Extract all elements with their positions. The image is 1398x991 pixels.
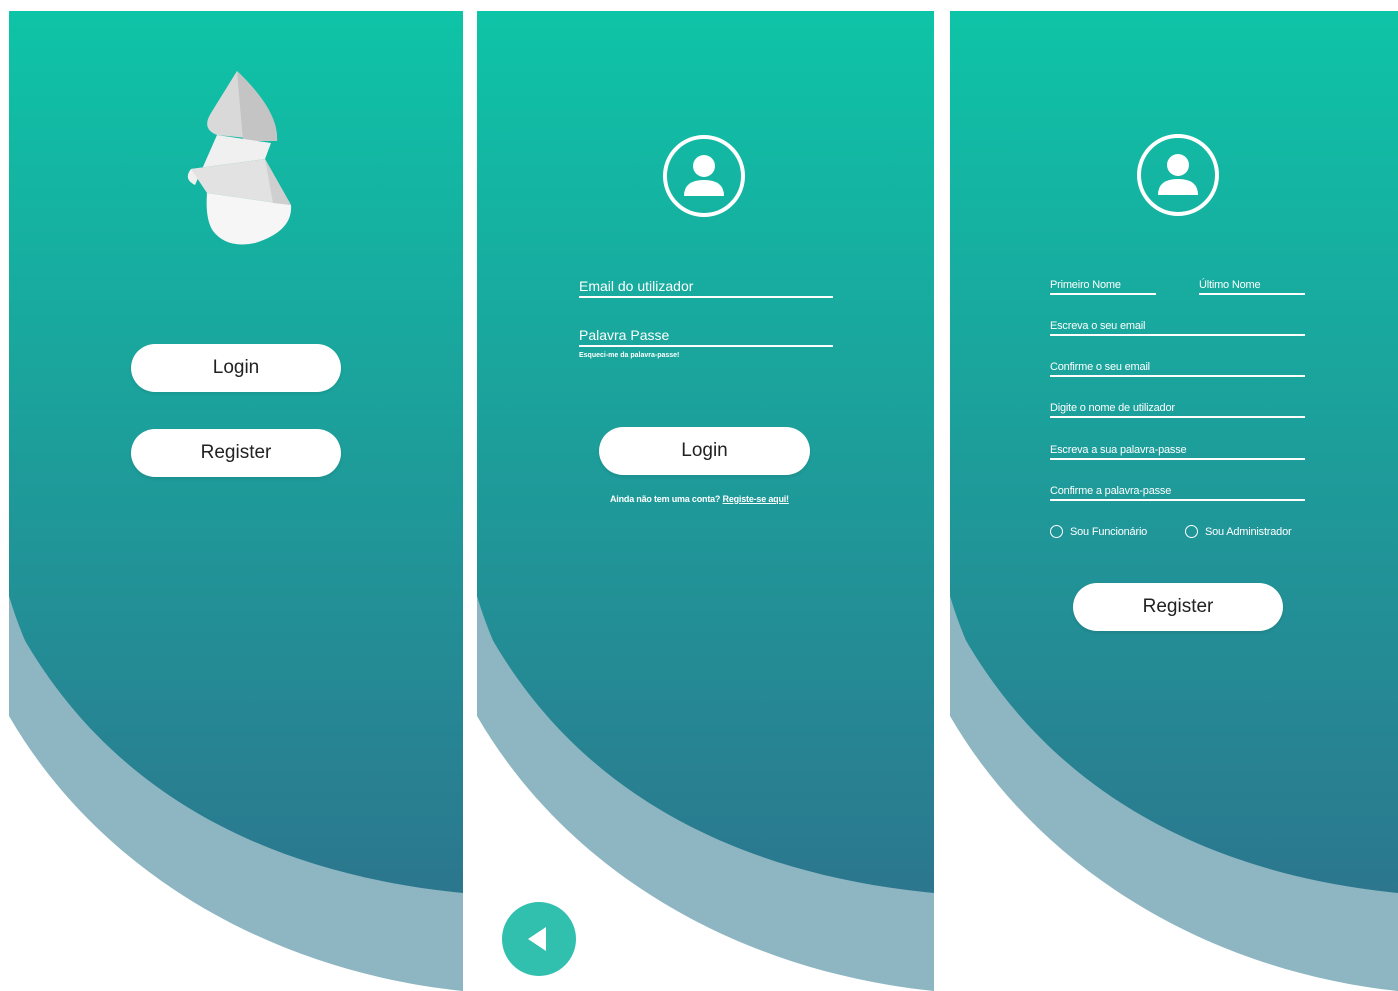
email-field[interactable]: Email do utilizador [579,278,833,298]
radio-circle-icon[interactable] [1185,525,1198,538]
register-button[interactable]: Register [131,429,341,477]
register-button-label: Register [200,442,272,463]
register-hint: Ainda não tem uma conta? Registe-se aqui… [610,494,789,504]
no-account-text: Ainda não tem uma conta? [610,494,723,504]
confirm-password-placeholder: Confirme a palavra-passe [1050,485,1172,497]
username-placeholder: Digite o nome de utilizador [1050,402,1175,414]
email-field[interactable]: Escreva o seu email [1050,320,1305,336]
password-field[interactable]: Palavra Passe [579,327,833,347]
login-screen: Email do utilizador Palavra Passe Esquec… [477,11,934,991]
password-placeholder: Palavra Passe [579,327,670,343]
login-button-label: Login [212,357,260,378]
forgot-password-prefix: Esqueci-me da [579,352,631,359]
username-field[interactable]: Digite o nome de utilizador [1050,402,1305,418]
email-placeholder: Escreva o seu email [1050,320,1146,332]
confirm-email-field[interactable]: Confirme o seu email [1050,361,1305,377]
first-name-field[interactable]: Primeiro Nome [1050,279,1156,295]
forgot-password-link[interactable]: palavra-passe! [630,352,679,359]
last-name-field[interactable]: Último Nome [1199,279,1305,295]
email-placeholder: Email do utilizador [579,278,694,294]
back-button[interactable] [502,902,576,976]
folded-drop-logo [187,71,292,245]
confirm-password-field[interactable]: Confirme a palavra-passe [1050,485,1305,501]
user-circle-icon [1137,134,1219,216]
first-name-placeholder: Primeiro Nome [1050,279,1121,291]
last-name-placeholder: Último Nome [1199,279,1261,291]
radio-admin-label: Sou Administrador [1205,525,1292,538]
login-button[interactable]: Login [131,344,341,392]
register-button[interactable]: Register [1073,583,1283,631]
login-button-label: Login [681,440,728,461]
register-screen: Primeiro Nome Último Nome Escreva o seu … [950,11,1398,991]
password-field[interactable]: Escreva a sua palavra-passe [1050,444,1305,460]
radio-employee-label: Sou Funcionário [1070,525,1148,538]
radio-employee[interactable]: Sou Funcionário [1050,525,1147,538]
user-circle-icon [663,135,745,217]
radio-circle-icon[interactable] [1050,525,1063,538]
back-arrow-icon [528,927,546,951]
forgot-password: Esqueci-me da palavra-passe! [579,352,679,359]
register-button-label: Register [1142,596,1214,617]
welcome-screen: Login Register [9,11,463,991]
login-button[interactable]: Login [599,427,810,475]
register-link[interactable]: Registe-se aqui! [723,494,790,504]
radio-admin[interactable]: Sou Administrador [1185,525,1292,538]
password-placeholder: Escreva a sua palavra-passe [1050,444,1187,456]
confirm-email-placeholder: Confirme o seu email [1050,361,1150,373]
